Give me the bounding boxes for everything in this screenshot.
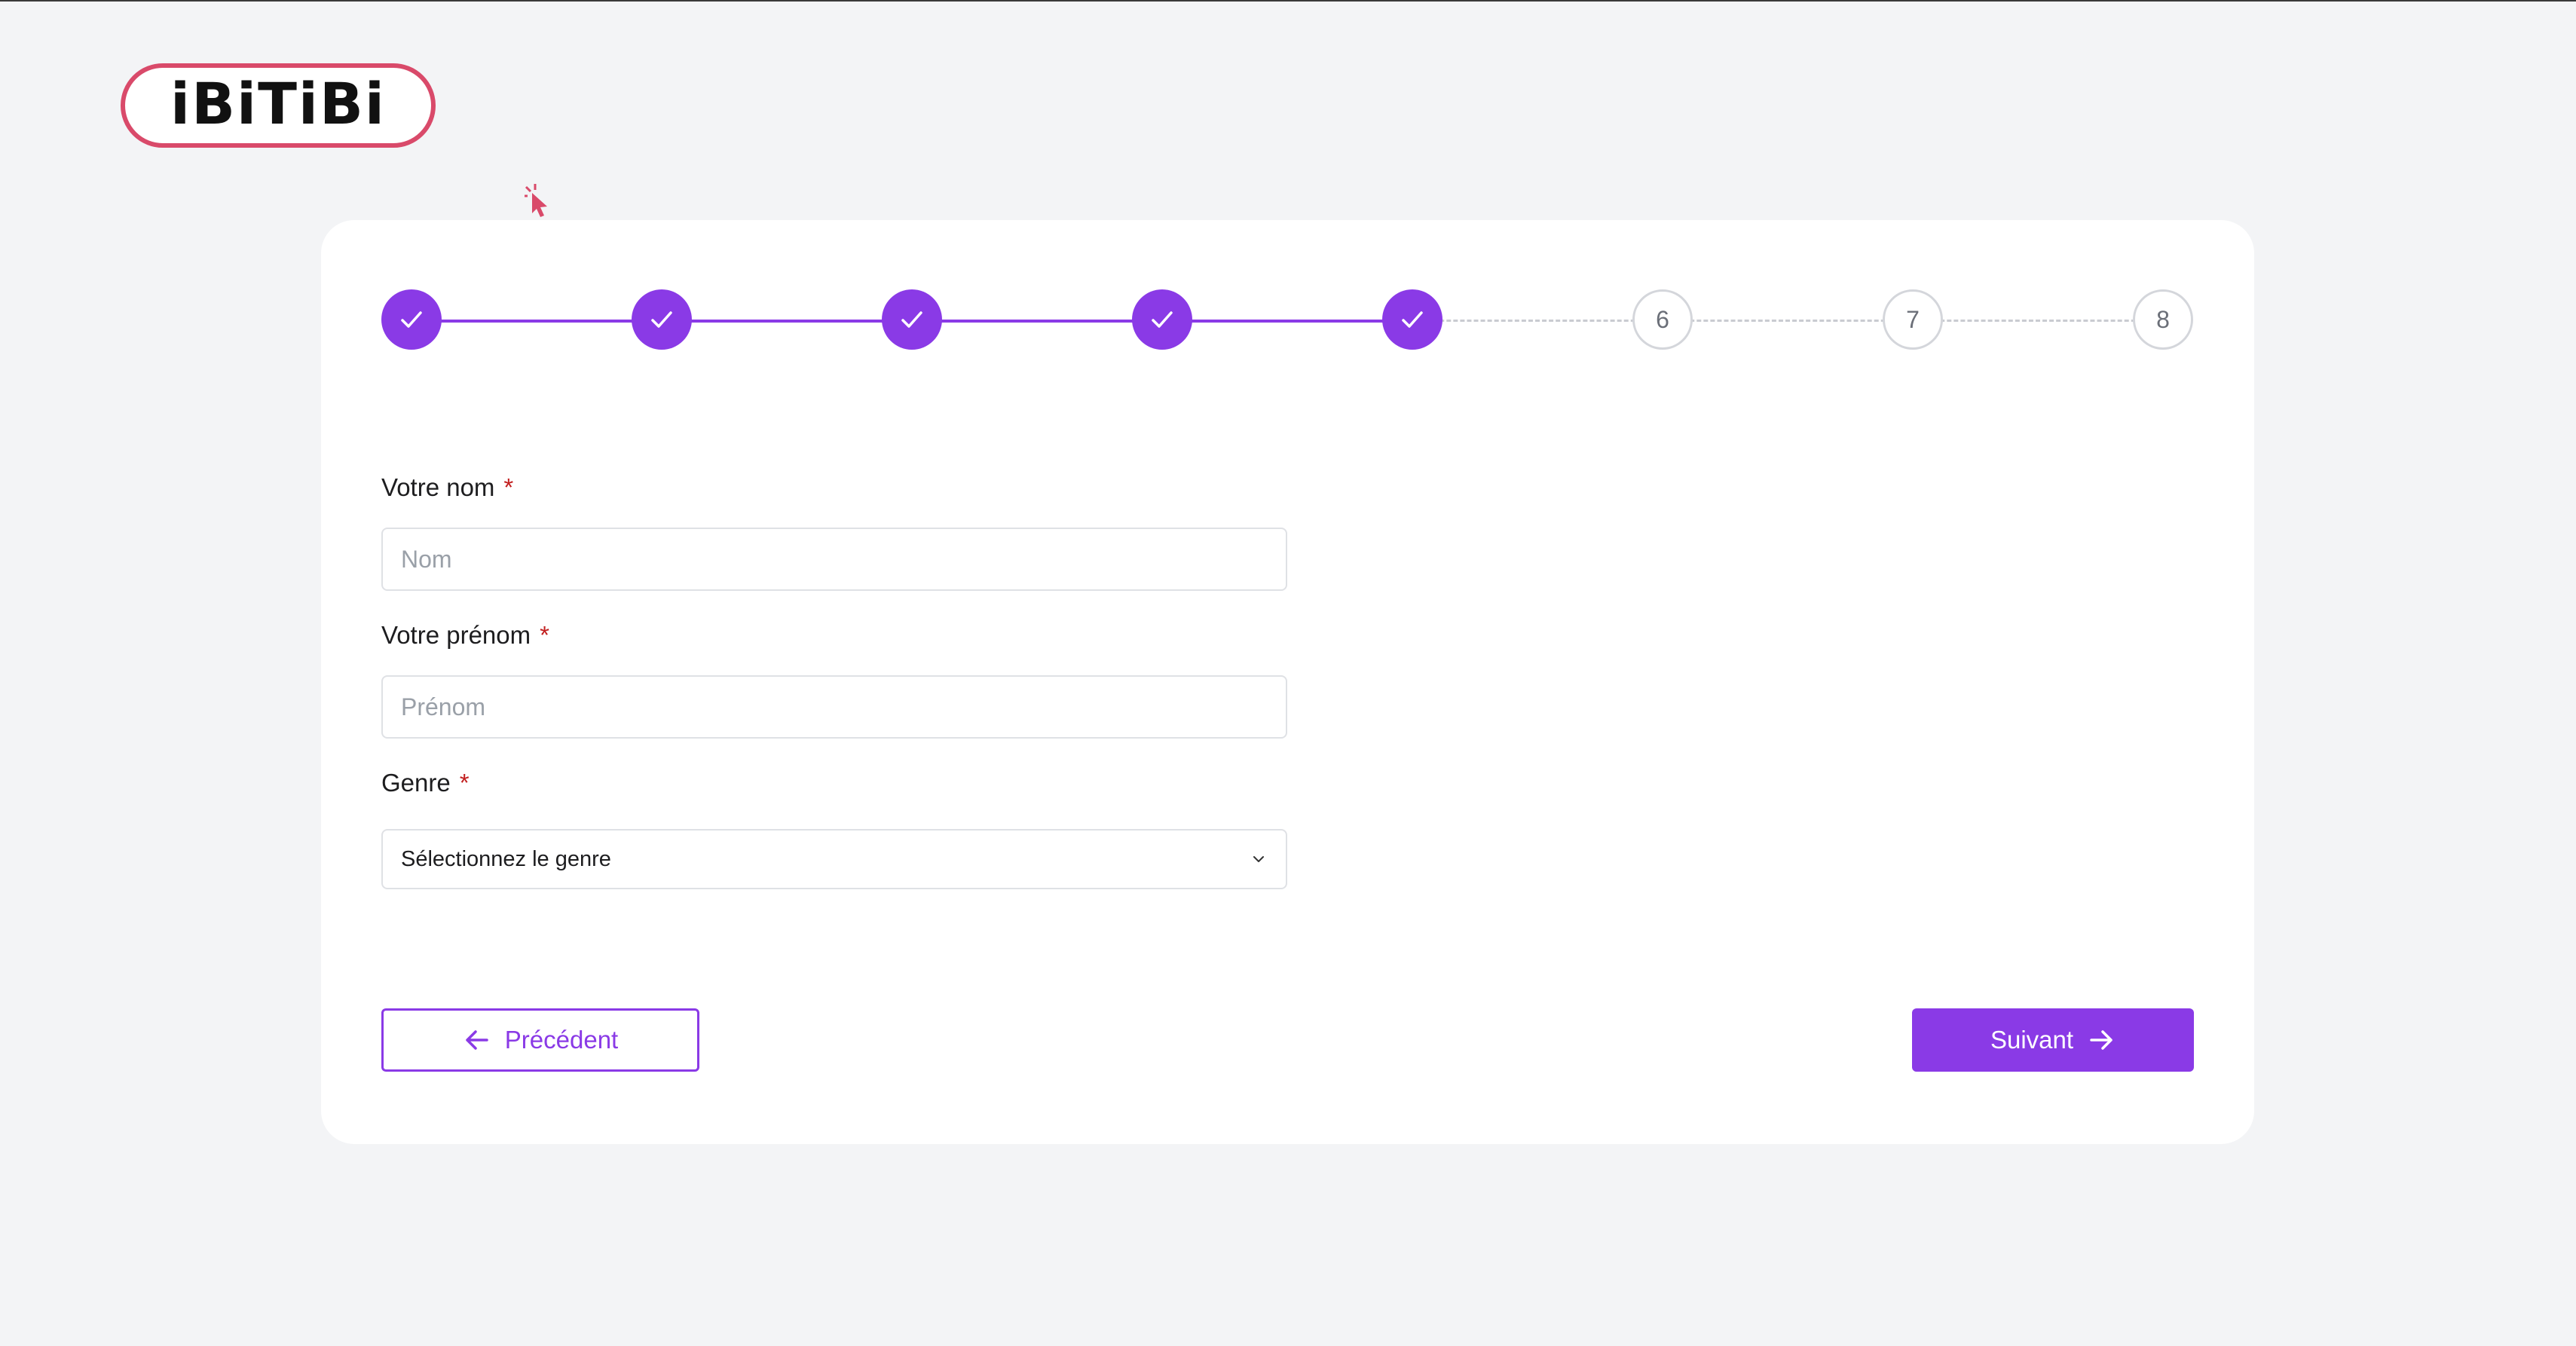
chevron-down-icon <box>1253 856 1264 862</box>
next-button-label: Suivant <box>1990 1026 2074 1054</box>
step-number: 6 <box>1656 305 1669 333</box>
next-button[interactable]: Suivant <box>1912 1008 2194 1072</box>
check-icon <box>901 311 922 328</box>
arrow-left-icon <box>466 1030 488 1050</box>
first-name-label: Votre prénom * <box>381 621 549 650</box>
check-icon <box>651 311 672 328</box>
check-icon <box>401 311 422 328</box>
step-7[interactable]: 7 <box>1883 289 1943 350</box>
step-1-complete[interactable] <box>381 289 442 350</box>
required-marker: * <box>503 473 514 501</box>
gender-label: Genre * <box>381 769 470 797</box>
step-number: 8 <box>2156 305 2170 333</box>
step-2-complete[interactable] <box>632 289 692 350</box>
step-number: 7 <box>1906 305 1920 333</box>
stepper-connector <box>1663 320 1913 322</box>
arrow-right-icon <box>2090 1030 2113 1050</box>
last-name-input[interactable] <box>381 528 1287 591</box>
previous-button[interactable]: Précédent <box>381 1008 699 1072</box>
logo-text: iBiTiBi <box>170 70 386 137</box>
check-icon <box>1152 311 1173 328</box>
stepper-connector <box>912 320 1162 323</box>
gender-select[interactable]: Sélectionnez le genre <box>381 829 1287 889</box>
previous-button-label: Précédent <box>504 1026 619 1054</box>
step-5-complete[interactable] <box>1382 289 1442 350</box>
first-name-input[interactable] <box>381 675 1287 739</box>
last-name-label-text: Votre nom <box>381 473 495 501</box>
step-4-complete[interactable] <box>1132 289 1192 350</box>
stepper-connector <box>662 320 912 323</box>
required-marker: * <box>459 769 470 797</box>
gender-select-value: Sélectionnez le genre <box>401 846 611 871</box>
gender-label-text: Genre <box>381 769 451 797</box>
required-marker: * <box>540 621 549 649</box>
logo-pill: iBiTiBi <box>121 63 436 148</box>
progress-stepper: 6 7 8 <box>381 289 2193 353</box>
step-6[interactable]: 6 <box>1632 289 1693 350</box>
first-name-label-text: Votre prénom <box>381 621 531 649</box>
brand-logo[interactable]: iBiTiBi <box>121 63 547 217</box>
registration-card: 6 7 8 Votre nom * Votre prénom * Genre * Sé… <box>321 220 2254 1144</box>
stepper-connector <box>1162 320 1412 323</box>
check-icon <box>1402 311 1423 328</box>
last-name-label: Votre nom * <box>381 473 513 502</box>
stepper-connector <box>1412 320 1663 322</box>
step-3-complete[interactable] <box>882 289 942 350</box>
stepper-connector <box>1913 320 2163 322</box>
step-8[interactable]: 8 <box>2133 289 2193 350</box>
stepper-connector <box>411 320 662 323</box>
cursor-click-icon <box>525 184 547 217</box>
